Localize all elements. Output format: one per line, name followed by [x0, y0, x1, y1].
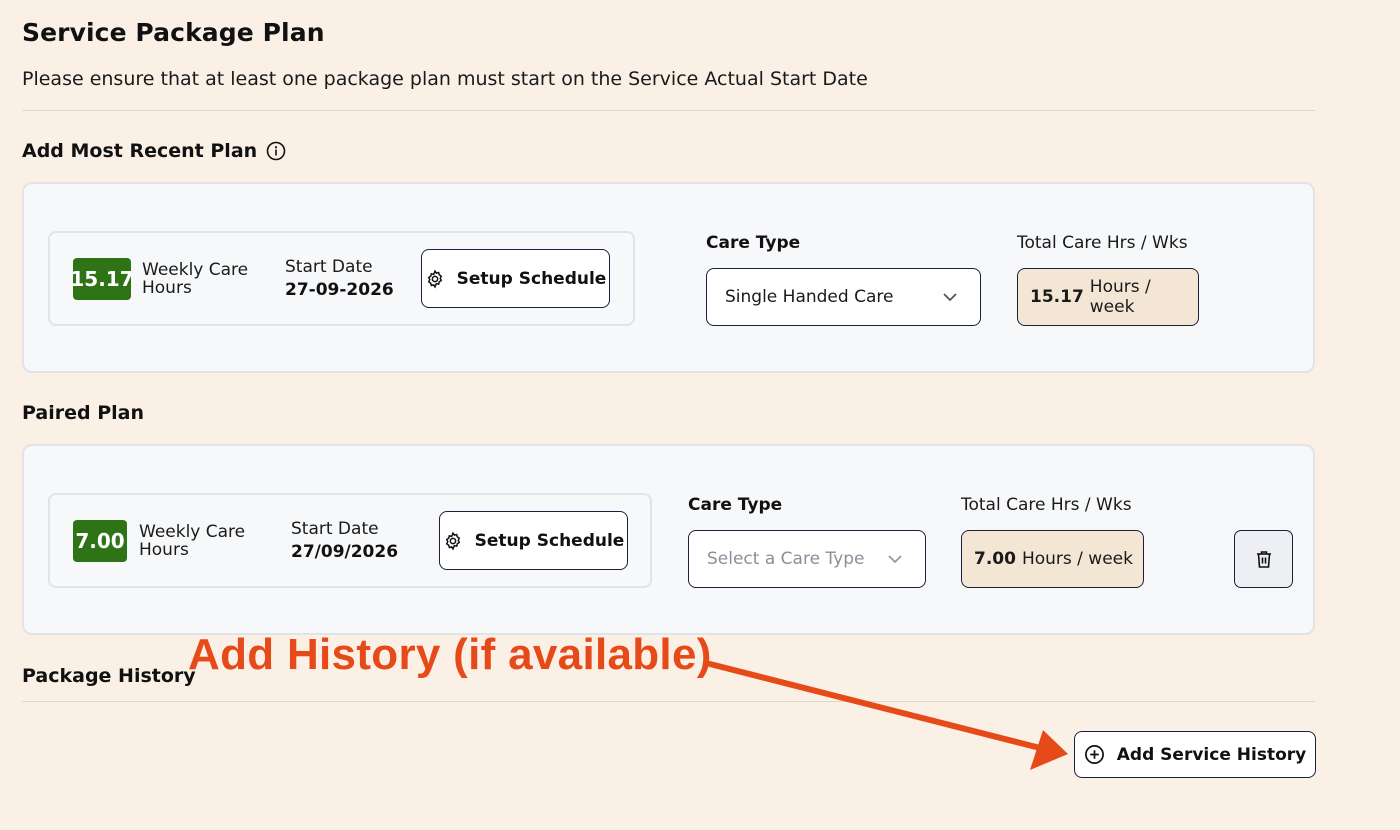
plan-summary-panel: 15.17 Weekly Care Hours Start Date 27-09…	[48, 231, 635, 326]
setup-schedule-button[interactable]: Setup Schedule	[439, 511, 628, 570]
package-history-divider	[22, 701, 1315, 702]
total-care-hours: 15.17 Hours / week	[1017, 268, 1199, 326]
chevron-down-icon	[887, 554, 903, 564]
delete-plan-button[interactable]	[1234, 530, 1293, 588]
care-type-select[interactable]: Select a Care Type	[688, 530, 926, 588]
weekly-hours-badge: 15.17	[70, 258, 134, 300]
weekly-hours-label: Weekly Care Hours	[142, 260, 249, 298]
total-hours-unit: Hours / week	[1021, 549, 1133, 569]
setup-schedule-label: Setup Schedule	[474, 530, 625, 551]
paired-plan-card: 7.00 Weekly Care Hours Start Date 27/09/…	[22, 444, 1315, 635]
total-care-label: Total Care Hrs / Wks	[961, 495, 1132, 515]
add-service-history-button[interactable]: Add Service History	[1074, 731, 1316, 778]
plan-summary-panel: 7.00 Weekly Care Hours Start Date 27/09/…	[48, 493, 652, 588]
care-type-select[interactable]: Single Handed Care	[706, 268, 981, 326]
page-subtitle: Please ensure that at least one package …	[22, 68, 868, 90]
total-care-label: Total Care Hrs / Wks	[1017, 233, 1188, 253]
header-divider	[22, 110, 1315, 111]
start-date-value: 27/09/2026	[291, 542, 399, 562]
care-type-label: Care Type	[688, 495, 783, 515]
setup-schedule-button[interactable]: Setup Schedule	[421, 249, 610, 308]
care-type-placeholder: Select a Care Type	[707, 549, 865, 569]
total-hours-unit: Hours / week	[1089, 277, 1151, 317]
chevron-down-icon	[942, 292, 958, 302]
start-date-label: Start Date	[291, 519, 379, 539]
care-type-label: Care Type	[706, 233, 801, 253]
weekly-hours-label: Weekly Care Hours	[139, 522, 246, 560]
page-title: Service Package Plan	[22, 18, 325, 47]
annotation-arrow	[707, 661, 1068, 770]
setup-schedule-label: Setup Schedule	[456, 268, 607, 289]
care-type-value: Single Handed Care	[725, 287, 894, 307]
gear-icon	[425, 268, 445, 289]
start-date-label: Start Date	[285, 257, 373, 277]
add-service-history-label: Add Service History	[1116, 744, 1307, 765]
info-circle-icon[interactable]	[266, 141, 286, 161]
package-history-title: Package History	[22, 665, 196, 687]
paired-plan-title: Paired Plan	[22, 402, 145, 424]
gear-icon	[443, 530, 463, 551]
trash-icon	[1255, 549, 1273, 569]
total-care-hours: 7.00 Hours / week	[961, 530, 1144, 588]
most-recent-plan-title: Add Most Recent Plan	[22, 140, 258, 162]
total-hours-value: 15.17	[1030, 287, 1084, 307]
most-recent-plan-card: 15.17 Weekly Care Hours Start Date 27-09…	[22, 182, 1315, 373]
start-date-value: 27-09-2026	[285, 280, 394, 300]
annotation-text: Add History (if available)	[188, 630, 712, 679]
most-recent-plan-heading: Add Most Recent Plan	[22, 140, 286, 162]
plus-circle-icon	[1084, 744, 1105, 765]
total-hours-value: 7.00	[974, 549, 1016, 569]
weekly-hours-badge: 7.00	[73, 520, 127, 562]
